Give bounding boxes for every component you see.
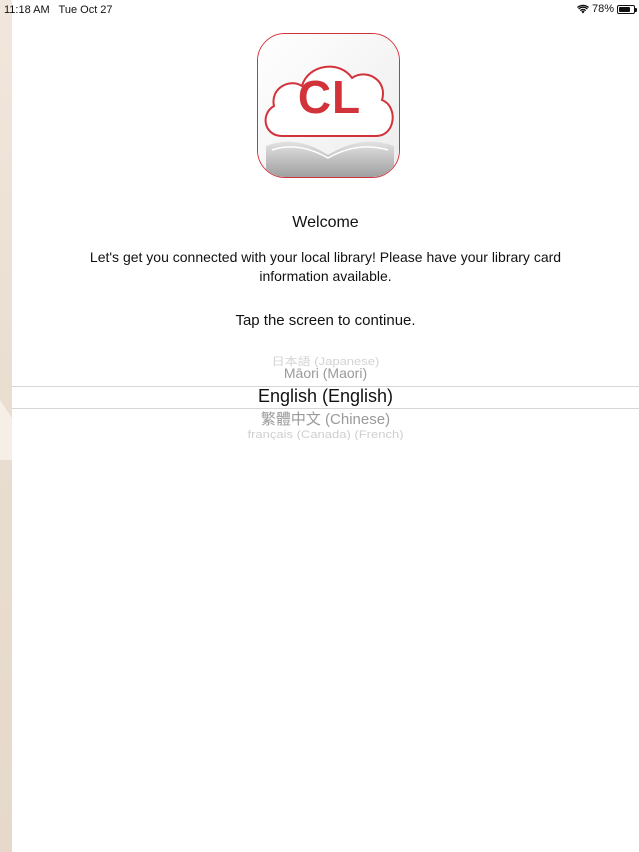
wifi-icon <box>576 4 589 14</box>
cloudlibrary-logo: CL <box>257 33 400 178</box>
battery-percent: 78% <box>591 3 614 15</box>
battery-icon <box>617 4 637 14</box>
language-option[interactable]: 繁體中文 (Chinese) <box>12 408 639 429</box>
intro-text: Let's get you connected with your local … <box>12 248 639 286</box>
battery-level <box>619 6 630 12</box>
language-option[interactable]: français (Canada) (French) <box>12 428 639 440</box>
intro-body: Let's get you connected with your local … <box>89 249 562 284</box>
logo-text: CL <box>297 71 362 123</box>
language-option-selected[interactable]: English (English) <box>12 386 639 407</box>
tap-to-continue-hint: Tap the screen to continue. <box>235 312 416 329</box>
status-date: Tue Oct 27 <box>58 4 113 16</box>
language-picker[interactable]: 日本語 (Japanese) Māori (Maori) English (En… <box>12 348 639 440</box>
welcome-title: Welcome <box>292 214 359 231</box>
status-time: 11:18 AM <box>4 4 50 16</box>
status-bar: 11:18 AM Tue Oct 27 78% <box>0 0 639 20</box>
language-option[interactable]: Māori (Maori) <box>12 365 639 381</box>
